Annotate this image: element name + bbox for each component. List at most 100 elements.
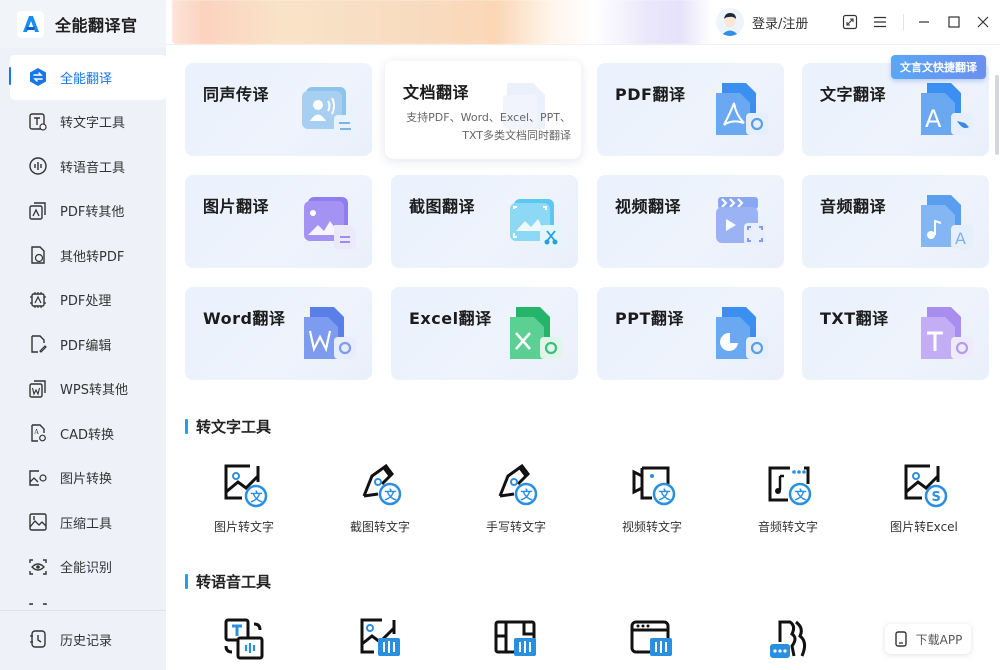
ppt-translate-icon <box>706 305 770 365</box>
sidebar-item-label: 其他转PDF <box>60 249 125 265</box>
sidebar-item-text-tools[interactable]: 转文字工具 <box>0 100 166 145</box>
word-translate-icon <box>294 305 358 365</box>
sidebar: 全能翻译官 全能翻译 转文字工具 转语音工具 PDF转其他 其他转PDF PDF… <box>0 0 166 670</box>
text-to-speech-icon <box>220 616 268 664</box>
sidebar-item-pdf-edit[interactable]: PDF编辑 <box>0 322 166 367</box>
tool-video-to-text[interactable]: 文 视频转文字 <box>592 462 712 535</box>
section-title-voice-tools: 转语音工具 <box>185 571 271 592</box>
tool-label: 截图转文字 <box>349 520 410 534</box>
sidebar-item-ticket-scan[interactable]: 票证识别 <box>0 589 166 605</box>
download-app-button[interactable]: 下载APP <box>885 624 971 654</box>
image-convert-icon <box>28 468 48 488</box>
sidebar-item-pdf-process[interactable]: PDF处理 <box>0 278 166 323</box>
svg-text:A: A <box>955 229 966 248</box>
sidebar-item-pdf-to-other[interactable]: PDF转其他 <box>0 189 166 234</box>
sidebar-item-label: WPS转其他 <box>60 383 128 399</box>
sidebar-item-label: 转文字工具 <box>60 116 126 132</box>
tool-text-to-speech[interactable] <box>184 616 304 664</box>
card-word[interactable]: Word翻译 <box>185 287 372 380</box>
card-title: PPT翻译 <box>615 309 684 328</box>
image-to-excel-icon: S <box>900 462 948 510</box>
sidebar-item-translate[interactable]: 全能翻译 <box>9 55 166 100</box>
card-image[interactable]: 图片翻译 <box>185 175 372 268</box>
tool-handwriting-to-text[interactable]: 文 手写转文字 <box>456 462 576 535</box>
sidebar-item-label: 全能翻译 <box>60 71 113 87</box>
svg-text:文: 文 <box>659 487 672 502</box>
pin-window-icon[interactable] <box>840 12 860 32</box>
card-title: TXT翻译 <box>820 309 889 328</box>
image-to-speech-icon <box>356 616 404 664</box>
pdf-import-icon <box>28 245 48 265</box>
sidebar-item-other-to-pdf[interactable]: 其他转PDF <box>0 233 166 278</box>
wps-icon <box>28 379 48 399</box>
card-pdf[interactable]: PDF翻译 <box>597 63 784 156</box>
sidebar-item-compress[interactable]: 压缩工具 <box>0 500 166 545</box>
app-logo-icon <box>17 10 44 38</box>
cad-icon: A <box>28 423 48 443</box>
tool-audio-to-text[interactable]: 文 音频转文字 <box>728 462 848 535</box>
card-title: 文档翻译 <box>403 83 470 102</box>
login-button[interactable]: 登录/注册 <box>716 8 808 36</box>
login-label: 登录/注册 <box>752 16 809 32</box>
pdf-process-icon <box>28 290 48 310</box>
screenshot-translate-icon <box>500 193 564 253</box>
tool-label: 音频转文字 <box>757 520 818 534</box>
webpage-to-speech-icon <box>628 616 676 664</box>
phone-icon <box>894 631 907 647</box>
sidebar-item-cad[interactable]: A CAD转换 <box>0 411 166 456</box>
promo-banner[interactable] <box>172 0 712 44</box>
tool-label: 手写转文字 <box>485 520 546 534</box>
tool-screenshot-to-text[interactable]: 文 截图转文字 <box>320 462 440 535</box>
card-title: 视频翻译 <box>615 197 682 216</box>
screenshot-to-text-icon: 文 <box>356 462 404 510</box>
card-ppt[interactable]: PPT翻译 <box>597 287 784 380</box>
eye-scan-icon <box>28 557 48 577</box>
card-simultaneous[interactable]: 同声传译 <box>185 63 372 156</box>
sidebar-item-recognize[interactable]: 全能识别 <box>0 545 166 590</box>
tool-image-to-excel[interactable]: S 图片转Excel <box>864 462 984 535</box>
card-video[interactable]: 视频翻译 <box>597 175 784 268</box>
app-title: 全能翻译官 <box>55 16 138 35</box>
tool-dubbing[interactable] <box>728 616 848 664</box>
card-title: Word翻译 <box>203 309 286 328</box>
tool-image-to-text[interactable]: 文 图片转文字 <box>184 462 304 535</box>
audio-translate-icon: A <box>911 193 975 253</box>
tool-image-to-speech[interactable] <box>320 616 440 664</box>
txt-translate-icon <box>911 305 975 365</box>
tool-video-to-speech[interactable] <box>456 616 576 664</box>
card-txt[interactable]: TXT翻译 <box>802 287 989 380</box>
card-screenshot[interactable]: 截图翻译 <box>391 175 578 268</box>
sidebar-item-image-convert[interactable]: 图片转换 <box>0 456 166 501</box>
minimize-icon[interactable] <box>914 12 934 32</box>
maximize-icon[interactable] <box>944 12 964 32</box>
sidebar-item-label: CAD转换 <box>60 427 114 443</box>
scrollbar[interactable] <box>995 75 999 155</box>
card-document[interactable]: 文档翻译 支持PDF、Word、Excel、PPT、TXT多类文档同时翻译 <box>385 61 581 159</box>
sidebar-item-label: 历史记录 <box>60 633 113 649</box>
svg-text:S: S <box>932 490 941 505</box>
classical-chinese-badge[interactable]: 文言文快捷翻译 <box>891 55 986 79</box>
ticket-scan-icon <box>28 601 48 605</box>
compress-icon <box>28 512 48 532</box>
simultaneous-interpretation-icon <box>294 81 358 141</box>
card-excel[interactable]: Excel翻译 <box>391 287 578 380</box>
svg-text:文: 文 <box>521 487 534 502</box>
card-title: PDF翻译 <box>615 85 686 104</box>
sidebar-item-history[interactable]: 历史记录 <box>0 611 166 667</box>
menu-icon[interactable] <box>870 12 890 32</box>
svg-text:A: A <box>34 428 39 436</box>
sidebar-item-label: 压缩工具 <box>60 516 113 532</box>
card-title: Excel翻译 <box>409 309 492 328</box>
pdf-edit-icon <box>28 334 48 354</box>
sidebar-item-voice-tools[interactable]: 转语音工具 <box>0 144 166 189</box>
sidebar-nav: 全能翻译 转文字工具 转语音工具 PDF转其他 其他转PDF PDF处理 PDF… <box>0 55 166 605</box>
sidebar-item-label: 全能识别 <box>60 561 113 577</box>
brand: 全能翻译官 <box>0 0 166 48</box>
card-title: 图片翻译 <box>203 197 270 216</box>
sidebar-item-wps[interactable]: WPS转其他 <box>0 367 166 412</box>
card-audio[interactable]: 音频翻译 A <box>802 175 989 268</box>
tool-webpage-to-speech[interactable] <box>592 616 712 664</box>
close-icon[interactable] <box>973 12 993 32</box>
tool-label: 视频转文字 <box>621 520 682 534</box>
image-to-text-icon: 文 <box>220 462 268 510</box>
